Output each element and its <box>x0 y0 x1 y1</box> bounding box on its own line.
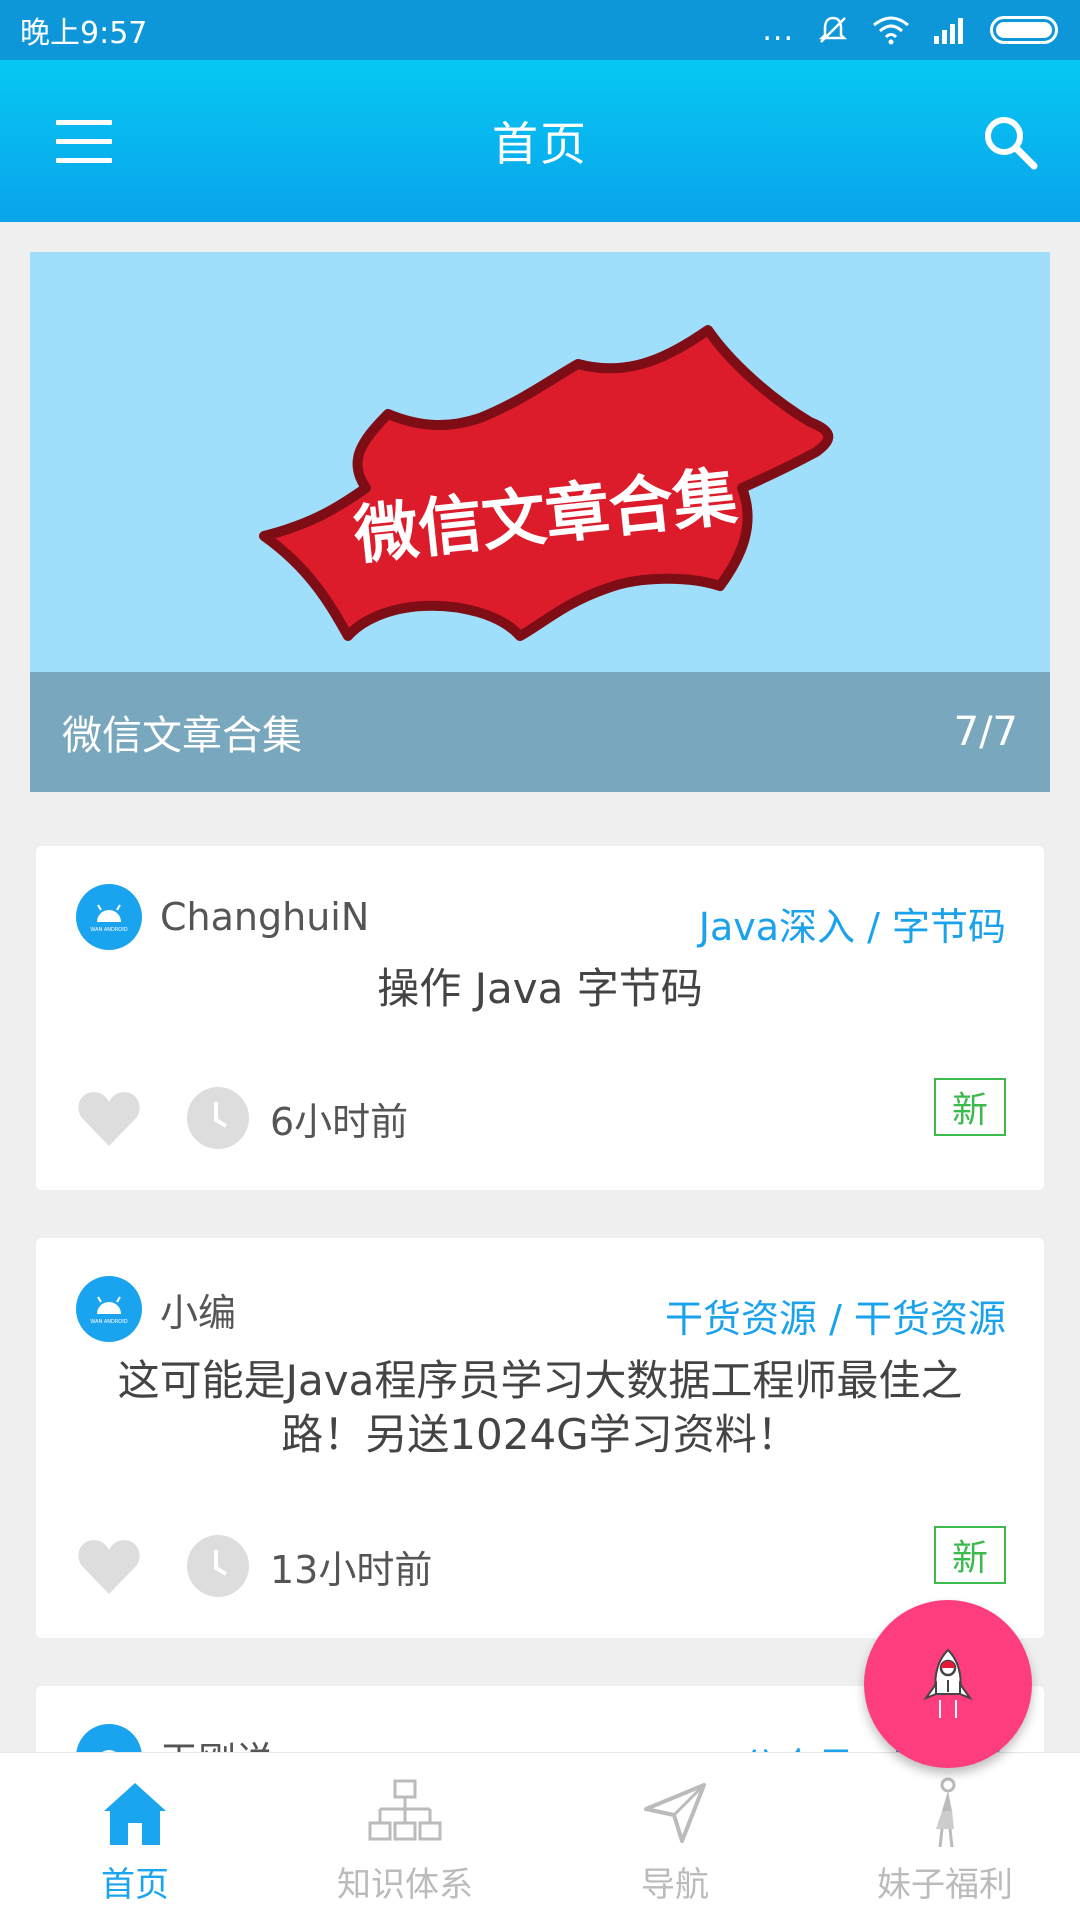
nav-knowledge[interactable]: 知识体系 <box>270 1753 540 1920</box>
article-footer: 6小时前 <box>76 1086 408 1150</box>
banner-caption: 微信文章合集 7/7 <box>30 672 1050 792</box>
status-bar: 晚上9:57 ... <box>0 0 1080 60</box>
svg-text:WAN ANDROID: WAN ANDROID <box>90 927 127 933</box>
send-icon <box>644 1783 706 1843</box>
nav-knowledge-label: 知识体系 <box>337 1865 473 1905</box>
article-title[interactable]: 这可能是Java程序员学习大数据工程师最佳之路！另送1024G学习资料！ <box>76 1354 1004 1462</box>
signal-icon <box>934 18 963 44</box>
battery-icon <box>990 16 1058 44</box>
new-badge: 新 <box>934 1078 1006 1136</box>
article-category[interactable]: Java深入 / 字节码 <box>699 896 1006 951</box>
status-icons: ... <box>762 13 1058 48</box>
menu-button[interactable] <box>56 120 112 164</box>
status-time: 晚上9:57 <box>20 16 148 51</box>
android-icon: WAN ANDROID <box>90 904 128 933</box>
nav-home[interactable]: 首页 <box>0 1753 270 1920</box>
silent-icon <box>818 16 848 43</box>
home-icon <box>104 1783 166 1845</box>
banner-carousel[interactable]: 微信文章合集 微信文章合集 7/7 <box>30 252 1050 792</box>
banner-indicator: 7/7 <box>953 709 1018 755</box>
more-notifications-icon: ... <box>762 12 794 48</box>
clock-icon <box>187 1535 249 1597</box>
app-bar: 首页 <box>0 60 1080 222</box>
clock-icon <box>187 1087 249 1149</box>
author: WAN ANDROID 小编 <box>76 1276 236 1342</box>
article-time: 13小时前 <box>270 1547 433 1592</box>
heart-icon[interactable] <box>76 1536 142 1596</box>
article-title[interactable]: 操作 Java 字节码 <box>76 962 1004 1016</box>
author-name: ChanghuiN <box>160 895 370 939</box>
article-card[interactable]: WAN ANDROID 小编 干货资源 / 干货资源 这可能是Java程序员学习… <box>36 1238 1044 1638</box>
nav-girls[interactable]: 妹子福利 <box>810 1753 1080 1920</box>
nav-girls-label: 妹子福利 <box>877 1865 1013 1905</box>
bottom-navigation: 首页 知识体系 导航 妹子福利 <box>0 1752 1080 1920</box>
article-footer: 13小时前 <box>76 1534 432 1598</box>
nav-home-label: 首页 <box>101 1865 169 1905</box>
search-icon[interactable] <box>980 112 1040 172</box>
article-card[interactable]: WAN ANDROID ChanghuiN Java深入 / 字节码 操作 Ja… <box>36 846 1044 1190</box>
heart-icon[interactable] <box>76 1088 142 1148</box>
page-title: 首页 <box>492 117 588 171</box>
rocket-icon <box>923 1648 973 1718</box>
avatar: WAN ANDROID <box>76 884 142 950</box>
author-name: 小编 <box>160 1290 237 1335</box>
svg-text:WAN ANDROID: WAN ANDROID <box>90 1319 127 1325</box>
nav-navigation[interactable]: 导航 <box>540 1753 810 1920</box>
article-time: 6小时前 <box>270 1099 409 1144</box>
banner-title: 微信文章合集 <box>62 713 302 759</box>
nav-navigation-label: 导航 <box>641 1865 709 1905</box>
author: WAN ANDROID ChanghuiN <box>76 884 369 950</box>
hierarchy-icon <box>368 1779 442 1841</box>
banner-image: 微信文章合集 <box>259 325 834 641</box>
article-category[interactable]: 干货资源 / 干货资源 <box>665 1288 1006 1343</box>
girl-icon <box>936 1777 956 1848</box>
new-badge: 新 <box>934 1526 1006 1584</box>
avatar: WAN ANDROID <box>76 1276 142 1342</box>
scroll-to-top-button[interactable] <box>864 1600 1032 1768</box>
android-icon: WAN ANDROID <box>90 1296 128 1325</box>
wifi-icon <box>873 16 909 45</box>
